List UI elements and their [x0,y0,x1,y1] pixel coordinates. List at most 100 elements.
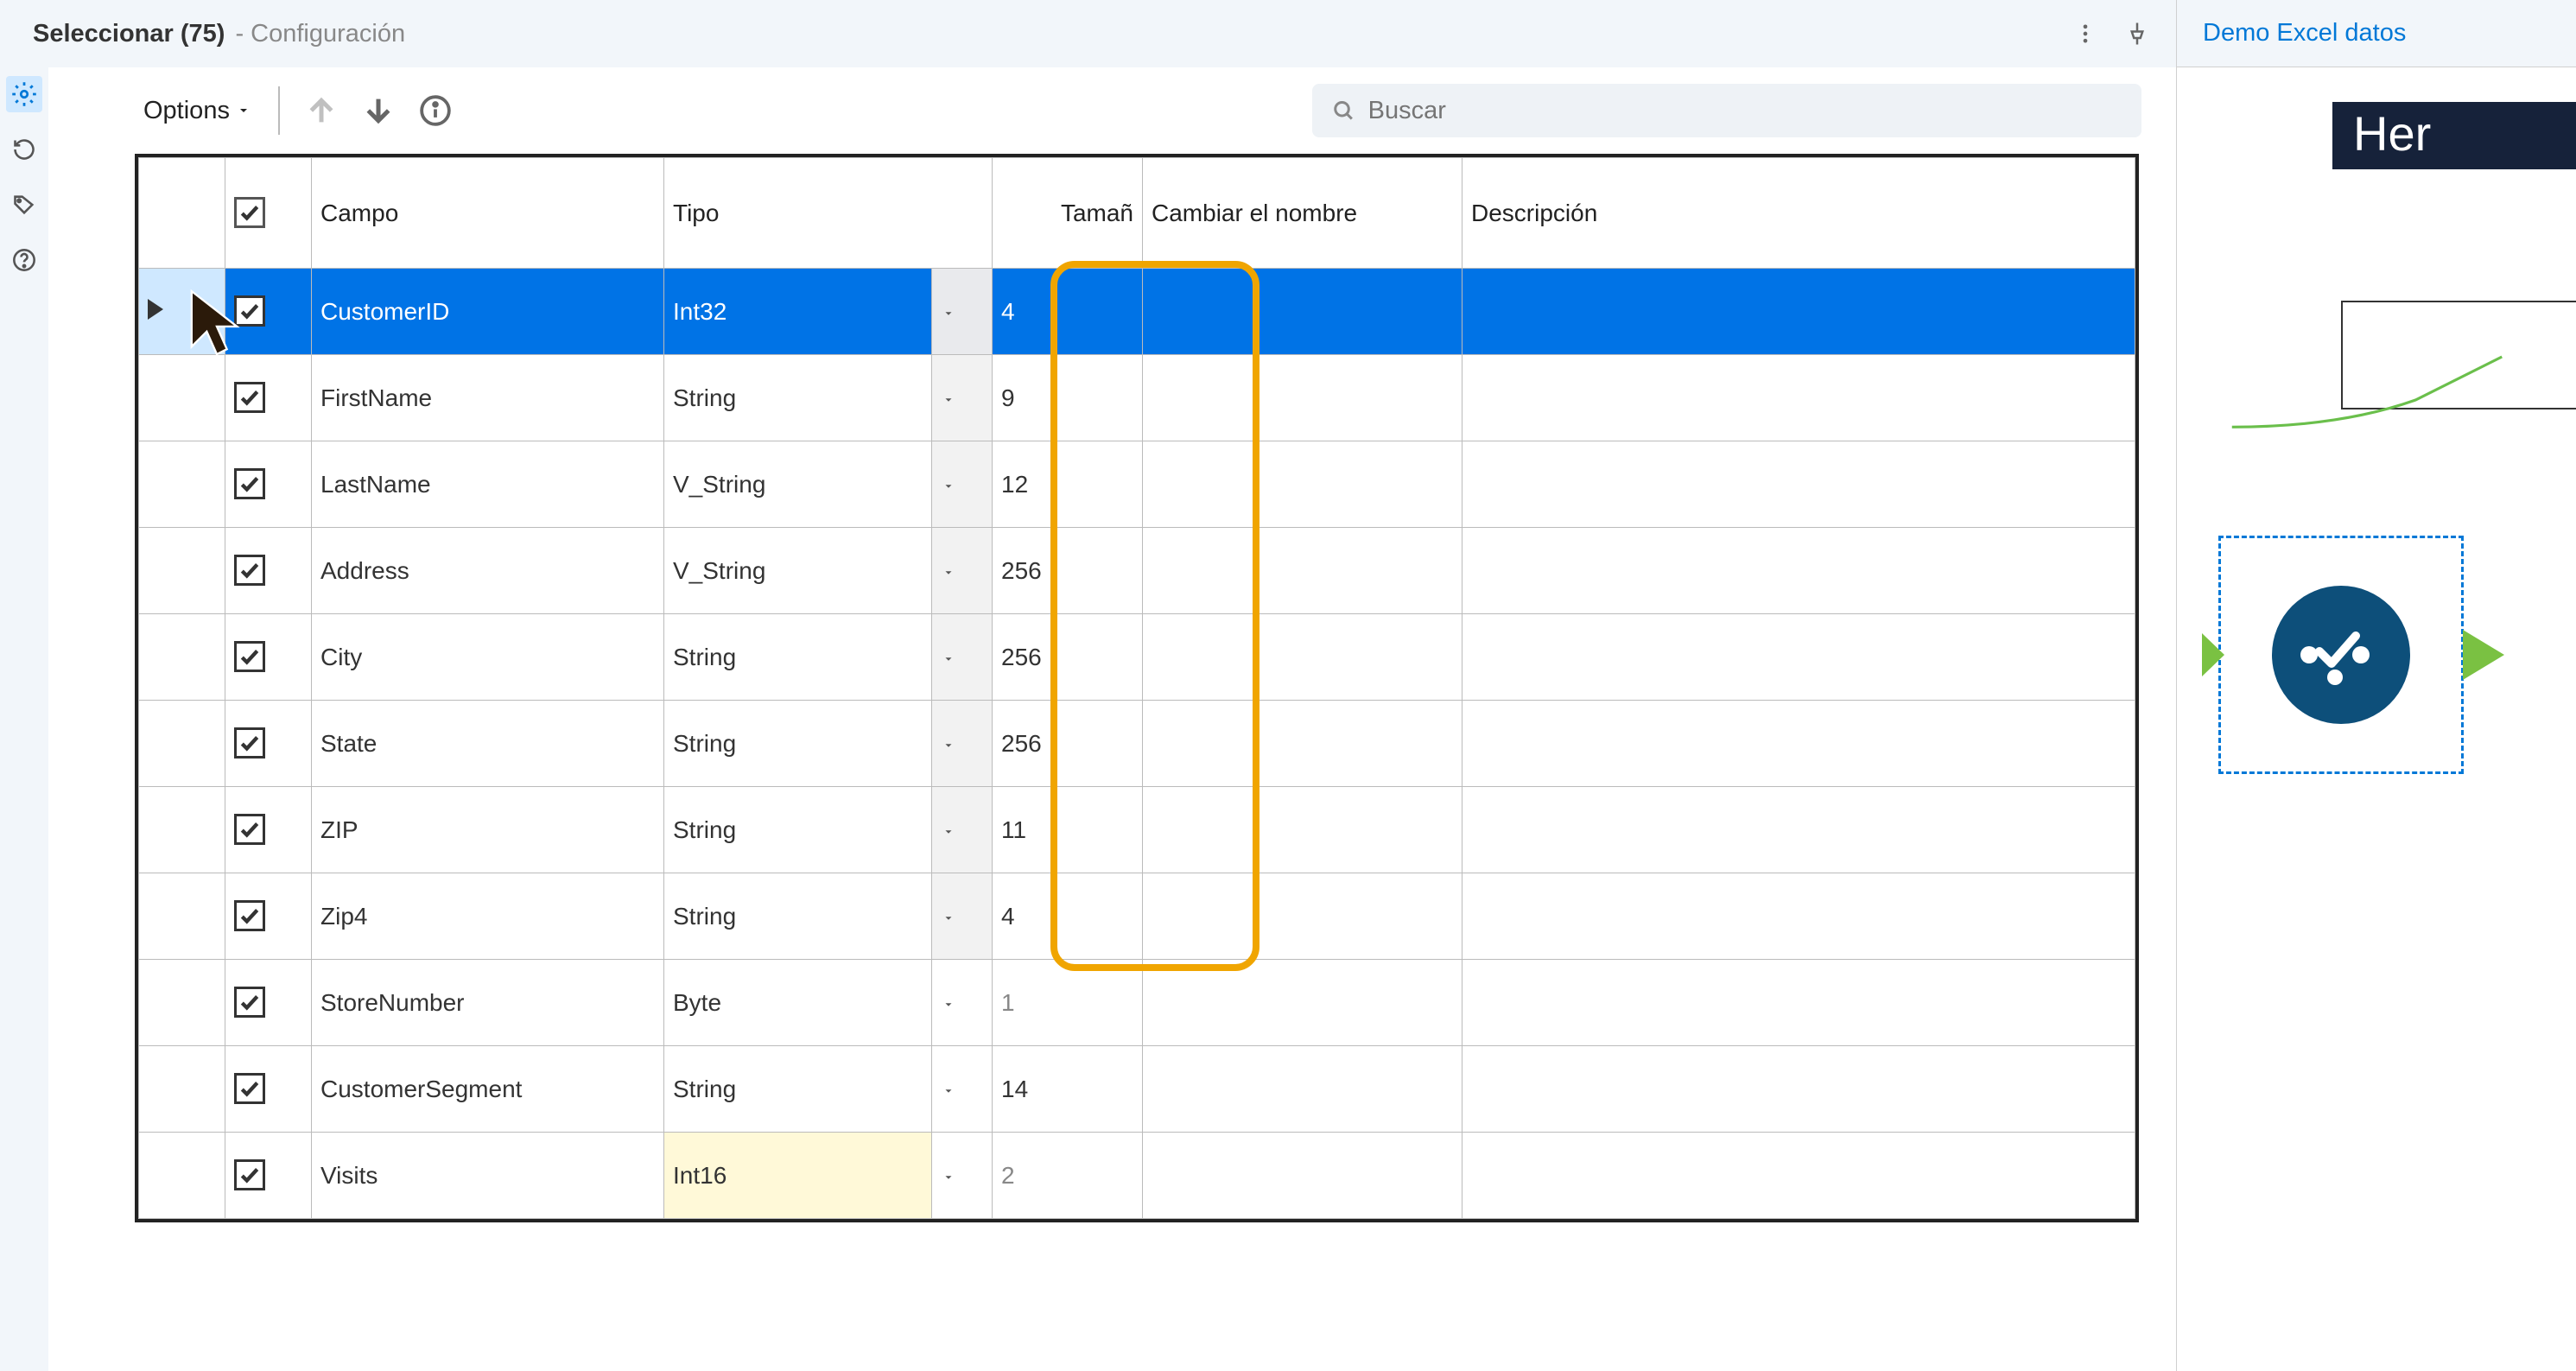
type-cell[interactable]: Byte [664,960,932,1046]
table-row[interactable]: VisitsInt16 2 [139,1133,2135,1219]
table-row[interactable]: CityString 256 [139,614,2135,701]
size-cell[interactable]: 12 [993,441,1143,528]
description-cell[interactable] [1462,614,2135,701]
row-checkbox[interactable] [225,528,312,614]
workflow-title[interactable]: Demo Excel datos [2177,0,2576,67]
rename-cell[interactable] [1143,269,1462,355]
type-cell[interactable]: String [664,355,932,441]
row-handle[interactable] [139,960,225,1046]
rename-cell[interactable] [1143,614,1462,701]
type-cell[interactable]: String [664,614,932,701]
rename-cell[interactable] [1143,1046,1462,1133]
select-tool-node[interactable] [2218,536,2464,774]
type-dropdown[interactable] [932,1133,993,1219]
description-cell[interactable] [1462,355,2135,441]
size-cell[interactable]: 1 [993,960,1143,1046]
description-cell[interactable] [1462,441,2135,528]
row-checkbox[interactable] [225,1046,312,1133]
description-cell[interactable] [1462,528,2135,614]
field-name-cell[interactable]: State [312,701,664,787]
row-checkbox[interactable] [225,701,312,787]
description-cell[interactable] [1462,873,2135,960]
type-dropdown[interactable] [932,701,993,787]
type-dropdown[interactable] [932,1046,993,1133]
arrow-down-icon[interactable] [356,88,401,133]
size-cell[interactable]: 256 [993,528,1143,614]
input-anchor-icon[interactable] [2202,633,2224,676]
row-handle[interactable] [139,269,225,355]
type-cell[interactable]: Int16 [664,1133,932,1219]
description-cell[interactable] [1462,960,2135,1046]
type-cell[interactable]: V_String [664,441,932,528]
row-handle[interactable] [139,441,225,528]
description-cell[interactable] [1462,1133,2135,1219]
gear-icon[interactable] [6,76,42,112]
header-field[interactable]: Campo [312,158,664,269]
field-name-cell[interactable]: City [312,614,664,701]
type-dropdown[interactable] [932,873,993,960]
field-name-cell[interactable]: Visits [312,1133,664,1219]
rename-cell[interactable] [1143,873,1462,960]
description-cell[interactable] [1462,701,2135,787]
table-row[interactable]: LastNameV_String 12 [139,441,2135,528]
type-cell[interactable]: String [664,787,932,873]
field-name-cell[interactable]: FirstName [312,355,664,441]
field-name-cell[interactable]: LastName [312,441,664,528]
row-handle[interactable] [139,614,225,701]
row-handle[interactable] [139,873,225,960]
rename-cell[interactable] [1143,355,1462,441]
refresh-icon[interactable] [6,131,42,168]
help-icon[interactable] [6,242,42,278]
field-name-cell[interactable]: CustomerID [312,269,664,355]
size-cell[interactable]: 9 [993,355,1143,441]
size-cell[interactable]: 256 [993,614,1143,701]
size-cell[interactable]: 2 [993,1133,1143,1219]
table-row[interactable]: FirstNameString 9 [139,355,2135,441]
type-cell[interactable]: String [664,1046,932,1133]
table-row[interactable]: StateString 256 [139,701,2135,787]
rename-cell[interactable] [1143,441,1462,528]
tag-icon[interactable] [6,187,42,223]
field-name-cell[interactable]: StoreNumber [312,960,664,1046]
header-rename[interactable]: Cambiar el nombre [1143,158,1462,269]
table-row[interactable]: CustomerSegmentString 14 [139,1046,2135,1133]
row-checkbox[interactable] [225,1133,312,1219]
row-checkbox[interactable] [225,269,312,355]
header-type[interactable]: Tipo [664,158,993,269]
description-cell[interactable] [1462,269,2135,355]
description-cell[interactable] [1462,1046,2135,1133]
rename-cell[interactable] [1143,1133,1462,1219]
type-dropdown[interactable] [932,960,993,1046]
type-cell[interactable]: V_String [664,528,932,614]
description-cell[interactable] [1462,787,2135,873]
field-name-cell[interactable]: CustomerSegment [312,1046,664,1133]
field-name-cell[interactable]: ZIP [312,787,664,873]
table-row[interactable]: ZIPString 11 [139,787,2135,873]
type-cell[interactable]: String [664,701,932,787]
row-handle[interactable] [139,701,225,787]
arrow-up-icon[interactable] [299,88,344,133]
field-name-cell[interactable]: Address [312,528,664,614]
search-box[interactable] [1312,84,2141,137]
header-size[interactable]: Tamañ [993,158,1143,269]
size-cell[interactable]: 256 [993,701,1143,787]
row-checkbox[interactable] [225,873,312,960]
size-cell[interactable]: 11 [993,787,1143,873]
size-cell[interactable]: 4 [993,269,1143,355]
header-check-all[interactable] [225,158,312,269]
size-cell[interactable]: 14 [993,1046,1143,1133]
table-row[interactable]: CustomerIDInt32 4 [139,269,2135,355]
type-cell[interactable]: Int32 [664,269,932,355]
info-icon[interactable] [413,88,458,133]
output-anchor-icon[interactable] [2463,630,2504,680]
pin-icon[interactable] [2116,12,2159,55]
row-checkbox[interactable] [225,441,312,528]
row-checkbox[interactable] [225,960,312,1046]
rename-cell[interactable] [1143,701,1462,787]
type-dropdown[interactable] [932,269,993,355]
table-row[interactable]: Zip4String4 [139,873,2135,960]
row-checkbox[interactable] [225,355,312,441]
type-dropdown[interactable] [932,787,993,873]
rename-cell[interactable] [1143,528,1462,614]
header-desc[interactable]: Descripción [1462,158,2135,269]
